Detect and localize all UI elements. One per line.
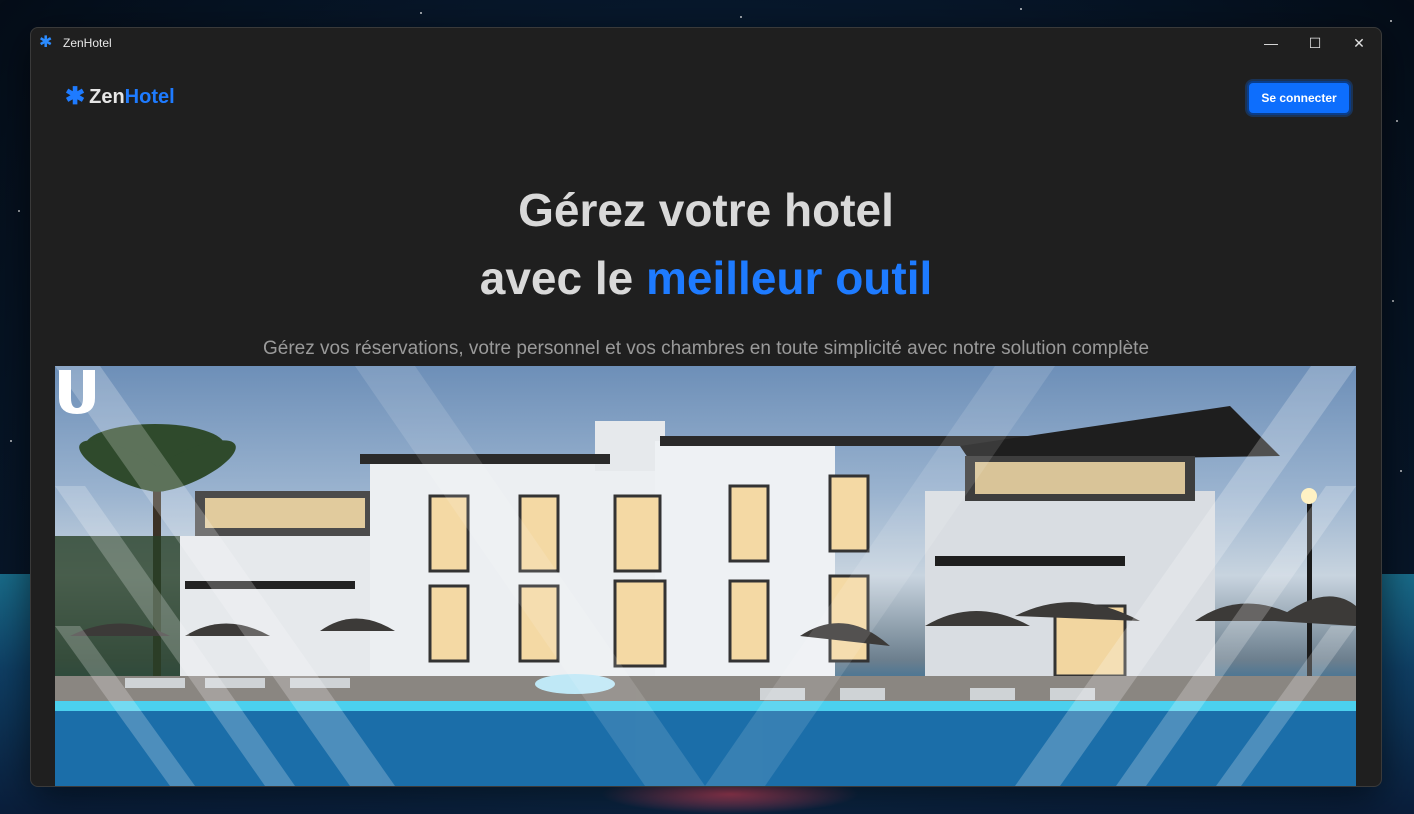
- asterisk-logo-icon: ✱: [65, 83, 86, 110]
- hero-title-prefix: avec le: [479, 252, 646, 304]
- u-watermark-logo: [59, 370, 95, 414]
- asterisk-icon: ✱: [39, 34, 53, 51]
- hero-subtitle: Gérez vos réservations, votre personnel …: [262, 338, 1150, 359]
- title-bar[interactable]: ✱ ZenHotel — ☐ ✕: [31, 28, 1381, 58]
- hotel-illustration: [55, 366, 1356, 786]
- logo-text-zen: Zen: [89, 85, 125, 108]
- hotel-hero-image: [55, 366, 1356, 786]
- hero-title-line1: Gérez votre hotel: [518, 184, 894, 236]
- logo-text-hotel: Hotel: [124, 85, 175, 108]
- login-button[interactable]: Se connecter: [1247, 81, 1351, 115]
- hero-title: Gérez votre hotel avec le meilleur outil: [31, 176, 1381, 312]
- navbar: ✱ Zen Hotel Se connecter: [31, 58, 1381, 138]
- logo[interactable]: ✱ Zen Hotel: [65, 85, 175, 109]
- minimize-button[interactable]: —: [1249, 28, 1293, 58]
- app-window: ✱ ZenHotel — ☐ ✕ ✱ Zen Hotel Se connecter…: [30, 27, 1382, 787]
- maximize-button[interactable]: ☐: [1293, 28, 1337, 58]
- hero-title-line2: avec le meilleur outil: [31, 244, 1381, 312]
- window-title: ZenHotel: [63, 36, 112, 50]
- hero-title-accent: meilleur outil: [646, 252, 933, 304]
- close-button[interactable]: ✕: [1337, 28, 1381, 58]
